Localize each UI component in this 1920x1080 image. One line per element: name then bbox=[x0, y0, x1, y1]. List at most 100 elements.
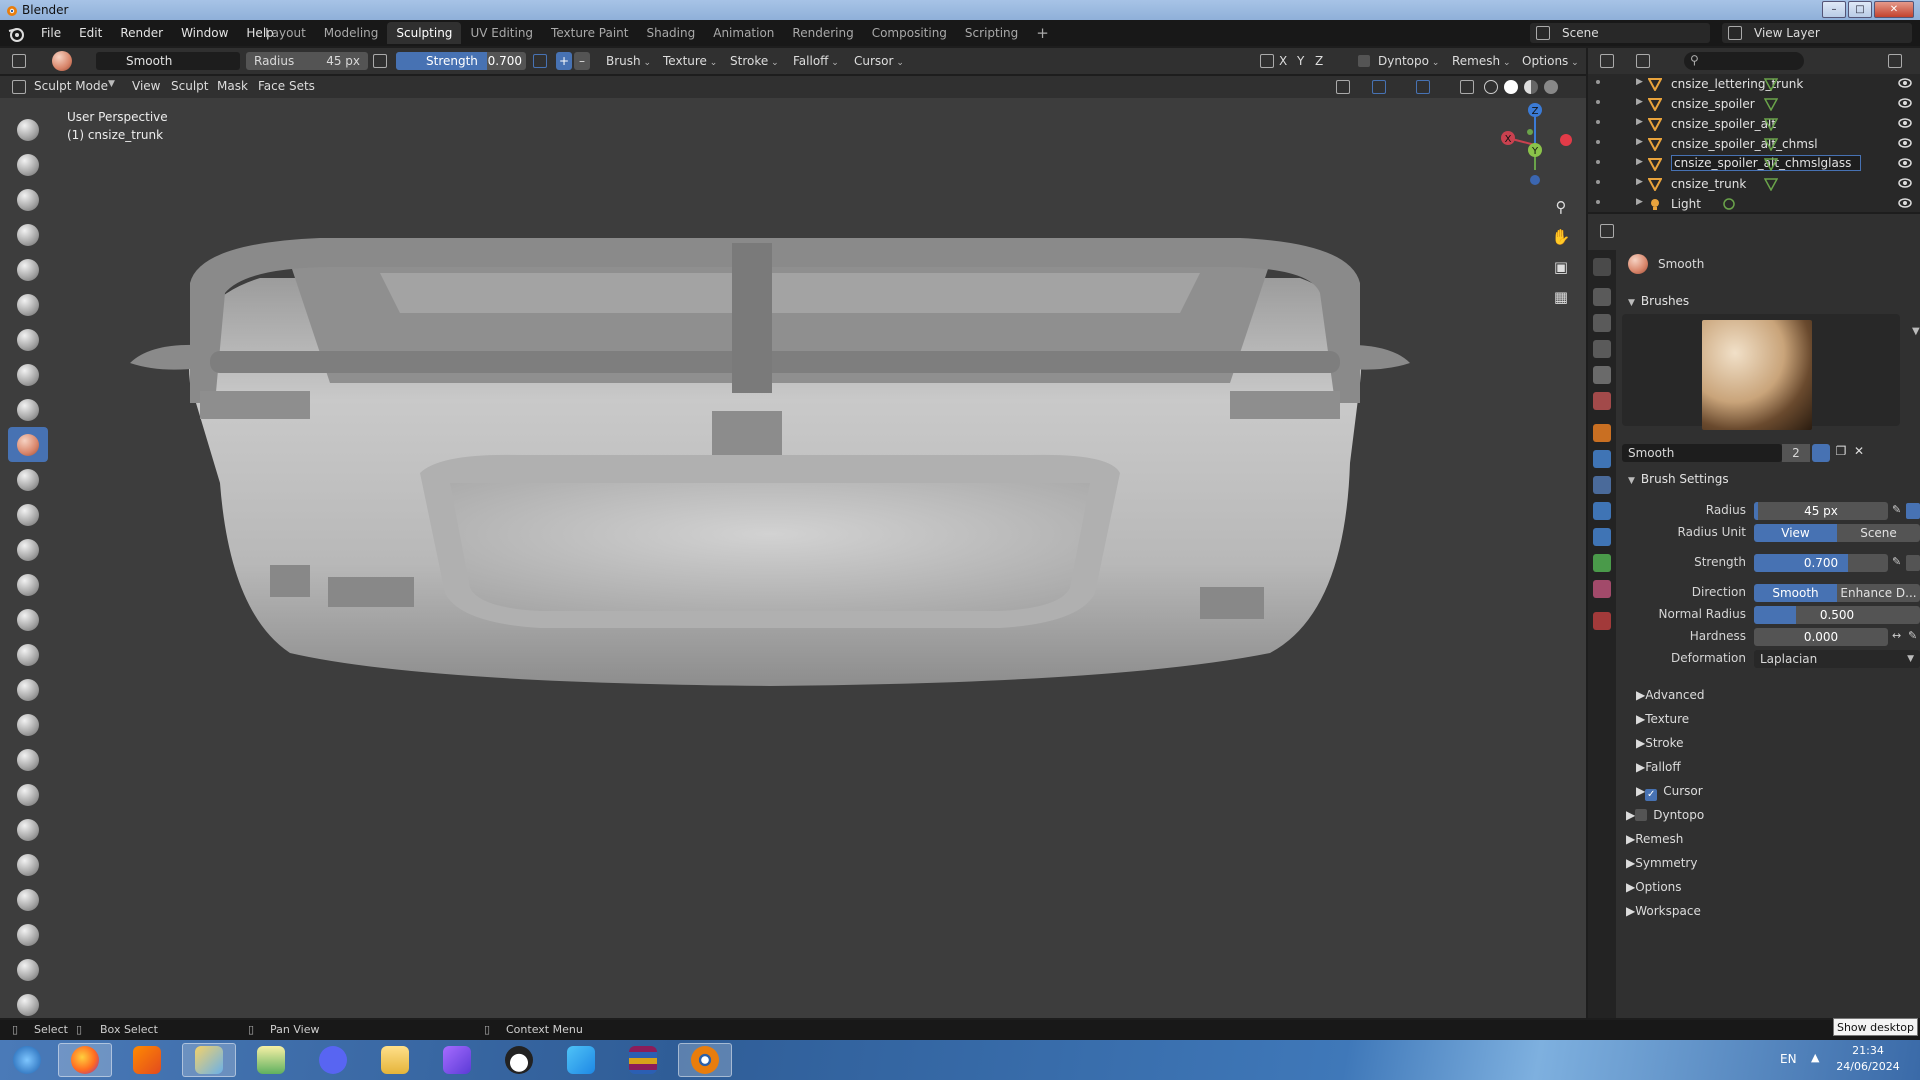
pressure-icon[interactable] bbox=[373, 54, 387, 68]
tab-scripting[interactable]: Scripting bbox=[956, 22, 1027, 44]
blender-menu-icon[interactable] bbox=[8, 25, 25, 42]
remesh-menu[interactable]: Remesh bbox=[1448, 52, 1515, 70]
subpanel-cursor[interactable]: ▶ ✓ Cursor bbox=[1636, 784, 1703, 801]
clay-strips-brush-icon[interactable] bbox=[8, 217, 48, 252]
eye-visibility-icon[interactable] bbox=[1898, 176, 1912, 190]
paint-icon[interactable] bbox=[182, 1043, 236, 1077]
file-explorer-icon[interactable] bbox=[368, 1043, 422, 1077]
brush-name-field[interactable]: Smooth bbox=[1622, 444, 1782, 462]
grid-icon[interactable]: ▦ bbox=[1548, 284, 1574, 310]
outliner-row[interactable]: ▶ cnsize_spoiler bbox=[1588, 94, 1920, 114]
mode-selector[interactable]: Sculpt Mode bbox=[34, 79, 108, 93]
radius-unit-view-button[interactable]: View bbox=[1754, 524, 1837, 542]
direction-enhance-button[interactable]: Enhance D... bbox=[1837, 584, 1920, 602]
layer-brush-icon[interactable] bbox=[8, 287, 48, 322]
slide-relax-brush-icon[interactable] bbox=[8, 882, 48, 917]
tab-shading[interactable]: Shading bbox=[637, 22, 704, 44]
flatten-brush-icon[interactable] bbox=[8, 462, 48, 497]
texture-tab-icon[interactable] bbox=[1593, 612, 1611, 630]
subpanel-stroke[interactable]: ▶Stroke bbox=[1636, 736, 1683, 750]
outliner-item-name[interactable]: cnsize_trunk bbox=[1671, 177, 1746, 191]
draw-sharp-brush-icon[interactable] bbox=[8, 147, 48, 182]
scene-tab-icon[interactable] bbox=[1593, 366, 1611, 384]
tray-expand-icon[interactable]: ▲ bbox=[1811, 1051, 1819, 1064]
tool-tab-icon[interactable] bbox=[1593, 258, 1611, 276]
dyntopo-checkbox[interactable] bbox=[1358, 55, 1370, 67]
scene-selector[interactable]: Scene bbox=[1530, 23, 1710, 43]
zoom-icon[interactable]: ⚲ bbox=[1548, 194, 1574, 220]
options-menu[interactable]: Options bbox=[1518, 52, 1583, 70]
menu-sculpt[interactable]: Sculpt bbox=[171, 79, 208, 93]
pose-brush-icon[interactable] bbox=[8, 777, 48, 812]
subpanel-advanced[interactable]: ▶Advanced bbox=[1636, 688, 1705, 702]
mesh-data-icon[interactable] bbox=[1764, 157, 1778, 171]
blob-brush-icon[interactable] bbox=[8, 357, 48, 392]
outliner-row[interactable]: ▶ Light bbox=[1588, 194, 1920, 214]
clay-thumb-brush-icon[interactable] bbox=[8, 252, 48, 287]
outliner-item-name[interactable]: cnsize_spoiler_alt_chmsl bbox=[1671, 137, 1818, 151]
radius-slider[interactable]: Radius 45 px bbox=[246, 52, 368, 70]
modifier-tab-icon[interactable] bbox=[1593, 450, 1611, 468]
texture-menu[interactable]: Texture bbox=[659, 52, 721, 70]
cloth-brush-icon[interactable] bbox=[8, 952, 48, 987]
windows-start-icon[interactable] bbox=[0, 1043, 54, 1077]
app-orange-icon[interactable] bbox=[120, 1043, 174, 1077]
direction-subtract-button[interactable]: – bbox=[574, 52, 590, 70]
add-workspace-button[interactable]: + bbox=[1027, 22, 1058, 44]
grab-brush-icon[interactable] bbox=[8, 637, 48, 672]
menu-render[interactable]: Render bbox=[111, 26, 172, 40]
cursor-checkbox[interactable]: ✓ bbox=[1645, 789, 1658, 801]
hardness-field[interactable]: 0.000 bbox=[1754, 628, 1888, 646]
expand-arrow-icon[interactable]: ▶ bbox=[1636, 97, 1643, 107]
physics-tab-icon[interactable] bbox=[1593, 502, 1611, 520]
panel-options[interactable]: ▶Options bbox=[1626, 880, 1682, 894]
normal-radius-field[interactable]: 0.500 bbox=[1754, 606, 1920, 624]
taskbar-clock[interactable]: 21:34 24/06/2024 bbox=[1830, 1043, 1906, 1075]
pressure-pen-icon[interactable]: ✎ bbox=[1892, 503, 1904, 519]
render-tab-icon[interactable] bbox=[1593, 288, 1611, 306]
direction-add-button[interactable]: + bbox=[556, 52, 572, 70]
strength-slider[interactable]: Strength 0.700 bbox=[396, 52, 526, 70]
strength-pen-icon[interactable]: ✎ bbox=[1892, 555, 1904, 571]
expand-arrow-icon[interactable]: ▶ bbox=[1636, 117, 1643, 127]
outliner-row[interactable]: ▶ cnsize_spoiler_alt_chmslglass bbox=[1588, 154, 1920, 174]
elastic-deform-brush-icon[interactable] bbox=[8, 672, 48, 707]
app-purple-icon[interactable] bbox=[430, 1043, 484, 1077]
material-tab-icon[interactable] bbox=[1593, 580, 1611, 598]
notepad-icon[interactable] bbox=[244, 1043, 298, 1077]
simplify-brush-icon[interactable] bbox=[8, 987, 48, 1018]
overlay-toggle-icon[interactable] bbox=[1416, 80, 1430, 94]
subpanel-falloff[interactable]: ▶Falloff bbox=[1636, 760, 1681, 774]
fill-brush-icon[interactable] bbox=[8, 497, 48, 532]
nudge-brush-icon[interactable] bbox=[8, 812, 48, 847]
menu-file[interactable]: File bbox=[32, 26, 70, 40]
material-shading-icon[interactable] bbox=[1524, 80, 1538, 94]
xray-icon[interactable] bbox=[1460, 80, 1474, 94]
light-data-icon[interactable] bbox=[1722, 197, 1736, 211]
tux-icon[interactable] bbox=[492, 1043, 546, 1077]
expand-arrow-icon[interactable]: ▶ bbox=[1636, 197, 1643, 207]
navigation-gizmo[interactable]: Z X Y bbox=[1490, 98, 1580, 190]
menu-window[interactable]: Window bbox=[172, 26, 237, 40]
boundary-brush-icon[interactable] bbox=[8, 917, 48, 952]
blender-icon[interactable] bbox=[678, 1043, 732, 1077]
output-tab-icon[interactable] bbox=[1593, 314, 1611, 332]
draw-brush-icon[interactable] bbox=[8, 112, 48, 147]
chevron-down-icon[interactable]: ▼ bbox=[1912, 326, 1920, 337]
outliner-item-name[interactable]: Light bbox=[1671, 197, 1701, 211]
duplicate-icon[interactable]: ❐ bbox=[1832, 444, 1850, 462]
outliner-item-name[interactable]: cnsize_lettering_trunk bbox=[1671, 77, 1803, 91]
menu-face-sets[interactable]: Face Sets bbox=[258, 79, 315, 93]
outliner-row[interactable]: ▶ cnsize_spoiler_alt bbox=[1588, 114, 1920, 134]
maximize-icon[interactable]: □ bbox=[1848, 1, 1872, 18]
outliner-item-name[interactable]: cnsize_spoiler bbox=[1671, 97, 1755, 111]
eye-visibility-icon[interactable] bbox=[1898, 76, 1912, 90]
tab-animation[interactable]: Animation bbox=[704, 22, 783, 44]
symmetry-icon[interactable] bbox=[1260, 54, 1274, 68]
minimize-icon[interactable]: – bbox=[1822, 1, 1846, 18]
outliner-row[interactable]: ▶ cnsize_trunk bbox=[1588, 174, 1920, 194]
outliner-search-input[interactable]: ⚲ bbox=[1684, 52, 1804, 70]
radius-unit-scene-button[interactable]: Scene bbox=[1837, 524, 1920, 542]
stroke-menu[interactable]: Stroke bbox=[726, 52, 783, 70]
camera-icon[interactable]: ▣ bbox=[1548, 254, 1574, 280]
